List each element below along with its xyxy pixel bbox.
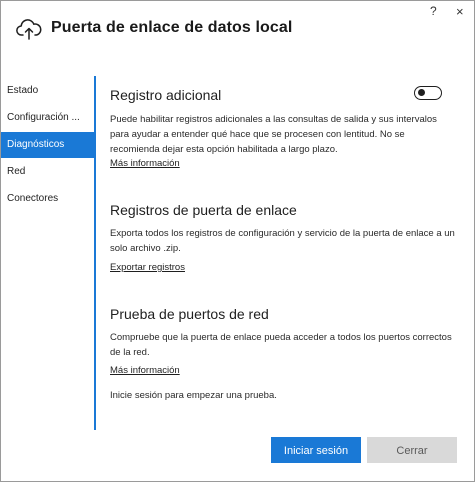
gateway-window: Puerta de enlace de datos local ? × Esta… xyxy=(0,0,475,482)
window-title: Puerta de enlace de datos local xyxy=(51,19,293,36)
additional-logging-toggle[interactable] xyxy=(414,86,442,100)
network-ports-status: Inicie sesión para empezar una prueba. xyxy=(110,390,277,401)
sidebar-item-configuracion[interactable]: Configuración ... xyxy=(1,105,94,131)
network-ports-title: Prueba de puertos de red xyxy=(110,306,269,322)
help-button[interactable]: ? xyxy=(430,4,437,18)
sidebar-item-conectores[interactable]: Conectores xyxy=(1,186,94,212)
sidebar-item-red[interactable]: Red xyxy=(1,159,94,185)
cloud-upload-icon xyxy=(16,19,42,40)
toggle-knob xyxy=(418,89,425,96)
additional-logging-title: Registro adicional xyxy=(110,87,222,103)
export-logs-link[interactable]: Exportar registros xyxy=(110,262,185,273)
sidebar-nav: Estado Configuración ... Diagnósticos Re… xyxy=(1,76,94,431)
gateway-logs-title: Registros de puerta de enlace xyxy=(110,202,297,218)
close-window-button[interactable]: × xyxy=(456,4,464,19)
close-button[interactable]: Cerrar xyxy=(367,437,457,463)
sidebar-item-estado[interactable]: Estado xyxy=(1,78,94,104)
additional-logging-more-info-link[interactable]: Más información xyxy=(110,158,180,169)
sign-in-button[interactable]: Iniciar sesión xyxy=(271,437,361,463)
sidebar-item-diagnosticos[interactable]: Diagnósticos xyxy=(1,132,94,158)
additional-logging-description: Puede habilitar registros adicionales a … xyxy=(110,114,437,155)
gateway-logs-description: Exporta todos los registros de configura… xyxy=(110,228,455,254)
network-ports-description: Compruebe que la puerta de enlace pueda … xyxy=(110,332,452,358)
title-bar: Puerta de enlace de datos local ? × xyxy=(1,1,474,61)
sidebar-divider xyxy=(94,76,96,430)
network-ports-more-info-link[interactable]: Más información xyxy=(110,365,180,376)
